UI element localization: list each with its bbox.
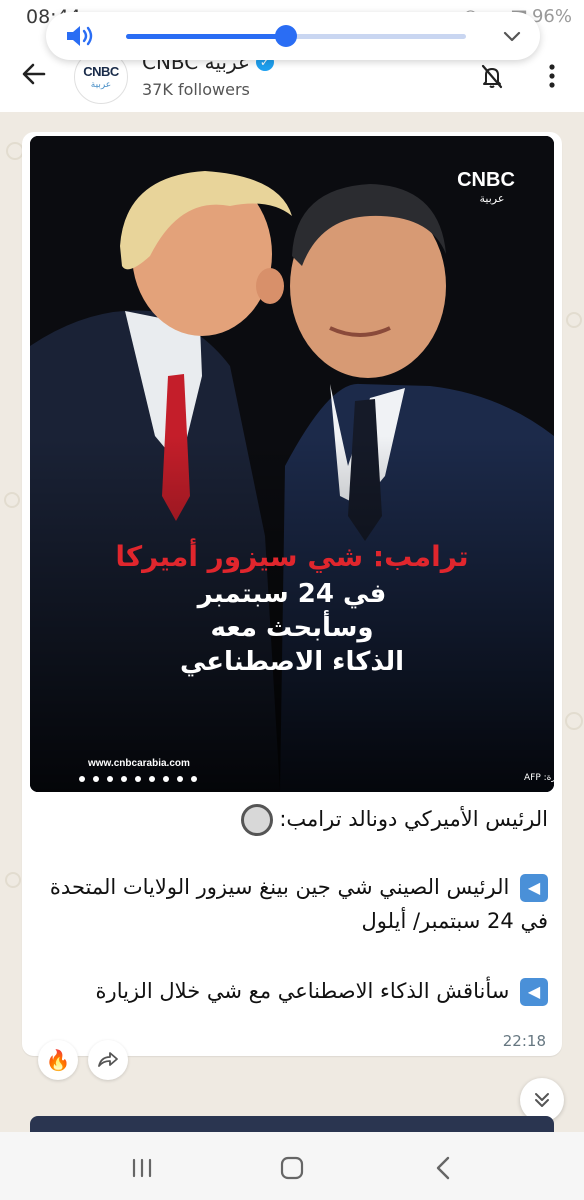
message-line-2-text: الرئيس الصيني شي جين بينغ سيزور الولايات… bbox=[49, 875, 548, 933]
notifications-muted-icon[interactable] bbox=[478, 62, 506, 90]
nav-back-icon[interactable] bbox=[428, 1152, 460, 1184]
left-arrow-emoji-icon: ◀ bbox=[520, 874, 548, 902]
photo-website-text: www.cnbcarabia.com bbox=[87, 758, 190, 769]
volume-panel bbox=[46, 12, 540, 60]
headline-line-4: الذكاء الاصطناعي bbox=[180, 647, 404, 677]
chat-area: CNBC عربية ترامب: شي سيزور أميركا في 24 … bbox=[0, 112, 584, 1132]
message-line-3: ◀ سأناقش الذكاء الاصطناعي مع شي خلال الز… bbox=[26, 974, 548, 1008]
photo-logo-text: CNBC bbox=[457, 169, 515, 191]
home-icon[interactable] bbox=[276, 1152, 308, 1184]
channel-message-bubble[interactable]: CNBC عربية ترامب: شي سيزور أميركا في 24 … bbox=[22, 132, 562, 1056]
volume-slider-fill bbox=[126, 34, 286, 39]
message-line-2: ◀ الرئيس الصيني شي جين بينغ سيزور الولاي… bbox=[26, 870, 548, 938]
avatar-logo-text: CNBC bbox=[83, 64, 119, 79]
avatar-logo-subtext: عربية bbox=[90, 80, 112, 90]
record-icon bbox=[240, 804, 273, 836]
photo-logo-subtext: عربية bbox=[480, 192, 505, 205]
wallpaper-doodle bbox=[565, 712, 583, 730]
social-icons bbox=[79, 776, 197, 782]
followers-count: 37K followers bbox=[142, 80, 250, 99]
volume-slider[interactable] bbox=[126, 25, 466, 47]
headline-line-2: في 24 سبتمبر bbox=[196, 579, 387, 609]
forward-button[interactable] bbox=[88, 1040, 128, 1080]
forward-icon bbox=[98, 1052, 118, 1067]
post-image[interactable]: CNBC عربية ترامب: شي سيزور أميركا في 24 … bbox=[30, 136, 554, 792]
chevron-down-icon[interactable] bbox=[500, 24, 524, 48]
system-navigation-bar bbox=[0, 1132, 584, 1200]
message-timestamp: 22:18 bbox=[502, 1032, 546, 1050]
fire-reaction-icon: 🔥 bbox=[45, 1048, 71, 1072]
message-line-3-text: سأناقش الذكاء الاصطناعي مع شي خلال الزيا… bbox=[95, 979, 510, 1003]
speaker-icon[interactable] bbox=[64, 24, 96, 48]
headline-line-1: ترامب: شي سيزور أميركا bbox=[115, 538, 468, 573]
news-photo-graphic: CNBC عربية ترامب: شي سيزور أميركا في 24 … bbox=[30, 136, 554, 792]
message-line-1: الرئيس الأميركي دونالد ترامب: bbox=[38, 802, 548, 836]
reaction-button[interactable]: 🔥 bbox=[38, 1040, 78, 1080]
headline-line-3: وسأبحث معه bbox=[210, 610, 373, 643]
wallpaper-doodle bbox=[5, 872, 21, 888]
left-arrow-emoji-icon: ◀ bbox=[520, 978, 548, 1006]
next-post-image-preview[interactable] bbox=[30, 1116, 554, 1132]
battery-level: 96% bbox=[531, 6, 572, 27]
back-arrow-icon[interactable] bbox=[18, 58, 50, 90]
more-options-icon[interactable] bbox=[538, 60, 566, 92]
volume-slider-handle[interactable] bbox=[274, 25, 297, 47]
wallpaper-doodle bbox=[566, 312, 582, 328]
photo-credit-text: مصدر الصورة: AFP bbox=[524, 773, 554, 783]
recent-apps-icon[interactable] bbox=[126, 1152, 158, 1184]
message-line-1-text: الرئيس الأميركي دونالد ترامب: bbox=[279, 807, 548, 831]
wallpaper-doodle bbox=[4, 492, 20, 508]
double-chevron-down-icon bbox=[535, 1093, 549, 1107]
